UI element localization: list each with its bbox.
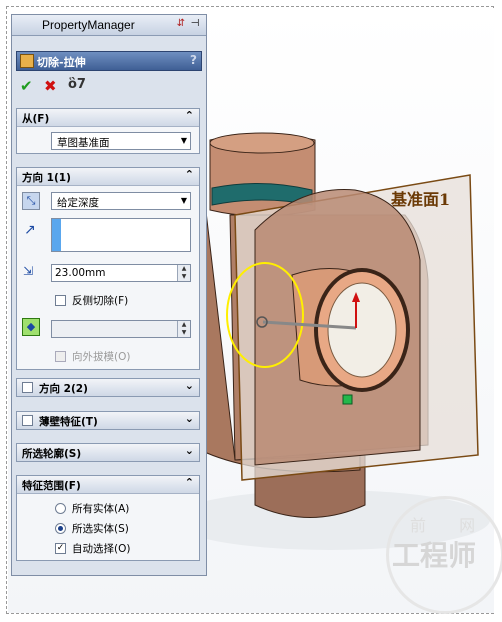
feature-name: 切除-拉伸 [37,56,86,69]
flip-side-checkbox[interactable] [55,295,66,306]
section-direction-1-header[interactable]: 方向 1(1) ⌃ [17,168,199,186]
top-cylinder-cap [209,132,315,154]
direction-vector-icon: ↗ [24,222,36,238]
watermark-top-text: 前 网 [410,516,490,535]
scope-selected-bodies-label: 所选实体(S) [72,523,129,535]
depth-input[interactable]: 23.00mm ▲ ▼ [51,264,191,282]
section-from: 从(F) ⌃ 草图基准面 ▼ [16,108,200,154]
draft-angle-input[interactable]: ▲ ▼ [51,320,191,338]
section-direction-1-label: 方向 1(1) [22,172,71,184]
expand-icon[interactable]: ⌄ [185,444,194,457]
section-thin-feature-label: 薄壁特征(T) [39,416,98,428]
auto-show-icon[interactable]: ⇵ [176,19,186,29]
ok-check-icon[interactable]: ✔ [20,77,33,95]
dropdown-arrow-icon: ▼ [180,196,187,205]
depth-value: 23.00mm [55,267,106,279]
collapse-icon[interactable]: ⌃ [185,109,194,122]
end-condition-value: 给定深度 [57,197,99,209]
scope-all-bodies-radio[interactable] [55,503,66,514]
preview-glasses-icon[interactable]: ὃ7 [68,77,86,92]
section-thin-feature-header[interactable]: 薄壁特征(T) ⌄ [17,412,199,429]
feature-header: 切除-拉伸 ? [16,51,202,71]
direction-vector-selection [52,219,61,251]
section-feature-scope: 特征范围(F) ⌃ 所有实体(A) 所选实体(S) ✓ 自动选择(O) [16,475,200,561]
expand-icon[interactable]: ⌄ [185,412,194,425]
section-direction-2-label: 方向 2(2) [39,383,88,395]
start-condition-select[interactable]: 草图基准面 ▼ [51,132,191,150]
hole-interior [327,282,397,378]
watermark-text: 工程师 [392,539,477,572]
cut-extrude-icon [20,54,34,68]
collapse-icon[interactable]: ⌃ [185,168,194,181]
collapse-icon[interactable]: ⌃ [185,476,194,489]
scope-selected-bodies-radio[interactable] [55,523,66,534]
pm-title-bar: PropertyManager ⇵ ⊣ [12,15,206,36]
dropdown-arrow-icon: ▼ [180,136,187,145]
start-condition-value: 草图基准面 [57,137,110,149]
flip-side-label: 反侧切除(F) [72,295,129,307]
draft-toggle-icon[interactable]: ◆ [22,318,40,336]
cancel-x-icon[interactable]: ✖ [44,77,57,95]
section-feature-scope-label: 特征范围(F) [22,480,81,492]
expand-icon[interactable]: ⌄ [185,379,194,392]
section-from-header[interactable]: 从(F) ⌃ [17,109,199,127]
section-thin-feature: 薄壁特征(T) ⌄ [16,411,200,430]
direction-2-checkbox[interactable] [22,382,33,393]
thin-feature-checkbox[interactable] [22,415,33,426]
plane-label: 基准面1 [391,190,451,209]
auto-select-checkbox[interactable]: ✓ [55,543,66,554]
property-manager: PropertyManager ⇵ ⊣ 切除-拉伸 ? ✔ ✖ ὃ7 从(F) … [11,14,207,576]
scope-all-bodies-label: 所有实体(A) [72,503,130,515]
section-direction-2: 方向 2(2) ⌄ [16,378,200,397]
depth-spinner[interactable]: ▲ ▼ [177,265,190,281]
section-from-label: 从(F) [22,113,50,125]
draft-outward-checkbox[interactable] [55,351,66,362]
section-direction-1: 方向 1(1) ⌃ ⤡ 给定深度 ▼ ↗ ⇲ 23.00mm ▲ ▼ 反侧切除(F… [16,167,200,370]
pin-icon[interactable]: ⊣ [190,19,200,29]
draft-spinner[interactable]: ▲ ▼ [177,321,190,337]
pm-title: PropertyManager [42,18,135,32]
section-selected-contours-header[interactable]: 所选轮廓(S) ⌄ [17,444,199,461]
section-selected-contours-label: 所选轮廓(S) [22,448,82,460]
auto-select-label: 自动选择(O) [72,543,131,555]
help-button[interactable]: ? [190,53,197,67]
origin-marker-icon [342,394,353,405]
direction-vector-list[interactable] [51,218,191,252]
reverse-direction-icon[interactable]: ⤡ [22,192,40,210]
section-selected-contours: 所选轮廓(S) ⌄ [16,443,200,462]
end-condition-select[interactable]: 给定深度 ▼ [51,192,191,210]
section-feature-scope-header[interactable]: 特征范围(F) ⌃ [17,476,199,494]
draft-outward-label: 向外拔模(O) [72,351,131,363]
section-direction-2-header[interactable]: 方向 2(2) ⌄ [17,379,199,396]
depth-icon: ⇲ [23,264,34,278]
